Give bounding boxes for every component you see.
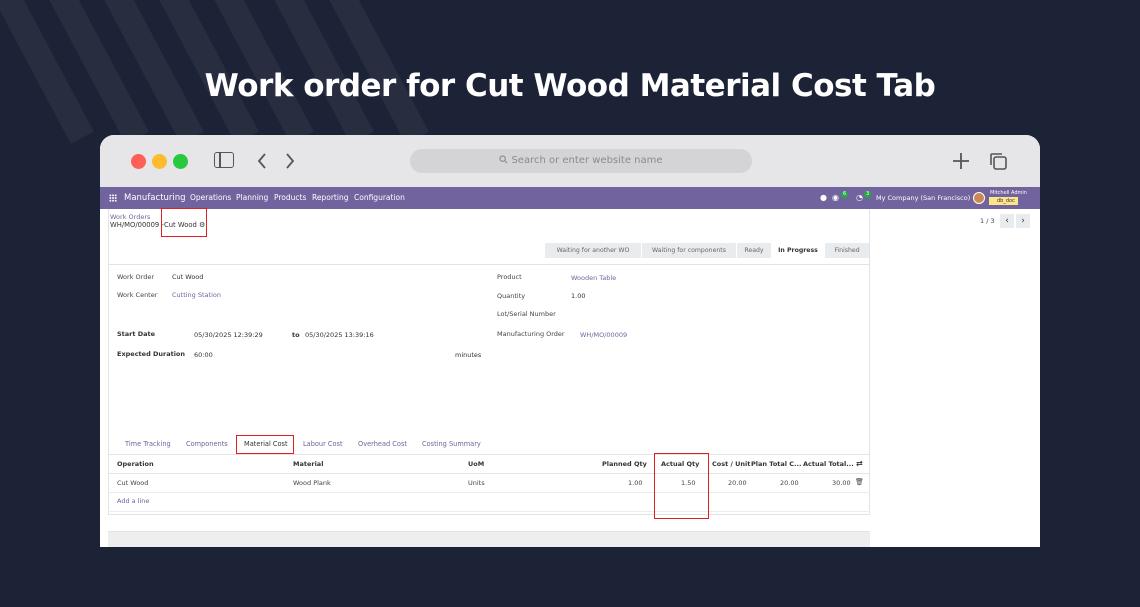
quantity-value[interactable]: 1.00 (571, 292, 585, 300)
menu-reporting[interactable]: Reporting (312, 187, 348, 209)
col-actual-total[interactable]: Actual Total... (803, 460, 854, 468)
form-view: Work Orders WH/MO/00009 - Cut Wood ⚙ 1 /… (100, 208, 1040, 547)
product-label: Product (497, 273, 522, 281)
expected-duration-label: Expected Duration (117, 350, 186, 358)
add-line-link[interactable]: Add a line (117, 497, 149, 505)
forward-icon[interactable] (284, 152, 296, 170)
col-material[interactable]: Material (293, 460, 323, 468)
end-date-value[interactable]: 05/30/2025 13:39:16 (305, 331, 374, 339)
cell-operation: Cut Wood (117, 479, 149, 487)
work-order-value[interactable]: Cut Wood (172, 273, 203, 281)
cell-actual-total: 30.00 (832, 479, 851, 487)
browser-toolbar: Search or enter website name (100, 135, 1040, 187)
minimize-window-button[interactable] (152, 154, 167, 169)
start-date-value[interactable]: 05/30/2025 12:39:29 (194, 331, 263, 339)
col-plan-total[interactable]: Plan Total C... (751, 460, 801, 468)
column-settings-icon[interactable]: ⇄ (856, 459, 863, 468)
browser-window: Search or enter website name Manufacturi… (100, 135, 1040, 547)
db-badge: db_doc (989, 197, 1018, 205)
product-value[interactable]: Wooden Table (571, 274, 616, 282)
lot-serial-label: Lot/Serial Number (497, 310, 556, 318)
cell-cost-unit: 20.00 (728, 479, 747, 487)
cell-plan-total: 20.00 (780, 479, 799, 487)
back-icon[interactable] (256, 152, 268, 170)
col-uom[interactable]: UoM (468, 460, 484, 468)
delete-row-icon[interactable]: 🗑 (855, 478, 864, 486)
tab-costing-summary[interactable]: Costing Summary (422, 440, 481, 448)
pager-previous-button[interactable]: ‹ (1000, 214, 1014, 228)
odoo-navbar: Manufacturing Operations Planning Produc… (100, 187, 1040, 209)
tabs-icon[interactable] (988, 151, 1008, 171)
page-heading: Work order for Cut Wood Material Cost Ta… (204, 68, 936, 104)
pager-next-button[interactable]: › (1016, 214, 1030, 228)
quantity-label: Quantity (497, 292, 526, 300)
address-placeholder: Search or enter website name (511, 155, 663, 166)
menu-configuration[interactable]: Configuration (354, 187, 405, 209)
app-name[interactable]: Manufacturing (124, 187, 186, 209)
expected-duration-value[interactable]: 60:00 (194, 351, 213, 359)
col-planned-qty[interactable]: Planned Qty (602, 460, 647, 468)
stage-waiting-components[interactable]: Waiting for components (642, 243, 736, 258)
messages-count-badge: 6 (841, 191, 849, 198)
avatar[interactable] (973, 192, 985, 204)
stage-waiting-another-wo[interactable]: Waiting for another WO (545, 243, 641, 258)
table-footer (108, 531, 870, 547)
company-switcher[interactable]: My Company (San Francisco) (876, 187, 970, 209)
stage-finished[interactable]: Finished (825, 243, 869, 258)
to-label: to (292, 331, 300, 339)
menu-planning[interactable]: Planning (236, 187, 268, 209)
highlight-actual-qty-column (654, 453, 709, 519)
duration-unit: minutes (455, 351, 482, 359)
menu-products[interactable]: Products (274, 187, 306, 209)
cell-material: Wood Plank (293, 479, 331, 487)
stage-in-progress[interactable]: In Progress (772, 243, 824, 258)
tab-labour-cost[interactable]: Labour Cost (303, 440, 343, 448)
bug-icon[interactable]: ● (820, 187, 827, 209)
tab-components[interactable]: Components (186, 440, 228, 448)
row-divider (108, 511, 870, 512)
apps-grid-icon[interactable] (109, 194, 117, 202)
tab-time-tracking[interactable]: Time Tracking (125, 440, 171, 448)
stage-ready[interactable]: Ready (737, 243, 771, 258)
work-order-label: Work Order (117, 273, 154, 281)
header-divider (108, 473, 870, 474)
highlight-material-cost-tab (236, 435, 294, 454)
user-name: Mitchell Admin (990, 190, 1027, 196)
search-icon (499, 155, 508, 164)
tab-overhead-cost[interactable]: Overhead Cost (358, 440, 407, 448)
work-center-label: Work Center (117, 291, 158, 299)
activities-count-badge: 3 (864, 191, 872, 198)
messages-icon[interactable]: ◉ (832, 187, 839, 209)
tab-divider (108, 454, 870, 455)
row-divider (108, 492, 870, 493)
sidebar-icon[interactable] (214, 152, 234, 168)
close-window-button[interactable] (131, 154, 146, 169)
zoom-window-button[interactable] (173, 154, 188, 169)
address-bar[interactable]: Search or enter website name (410, 149, 752, 173)
start-date-label: Start Date (117, 330, 156, 338)
manufacturing-order-label: Manufacturing Order (497, 330, 565, 338)
col-cost-unit[interactable]: Cost / Unit (712, 460, 750, 468)
plus-icon[interactable] (951, 151, 971, 171)
work-center-value[interactable]: Cutting Station (172, 291, 221, 299)
menu-operations[interactable]: Operations (190, 187, 231, 209)
manufacturing-order-value[interactable]: WH/MO/00009 (580, 331, 627, 339)
cell-uom: Units (468, 479, 485, 487)
col-operation[interactable]: Operation (117, 460, 154, 468)
activities-icon[interactable]: ◔ (856, 187, 863, 209)
cell-planned-qty: 1.00 (628, 479, 643, 487)
pager-text: 1 / 3 (980, 217, 995, 225)
